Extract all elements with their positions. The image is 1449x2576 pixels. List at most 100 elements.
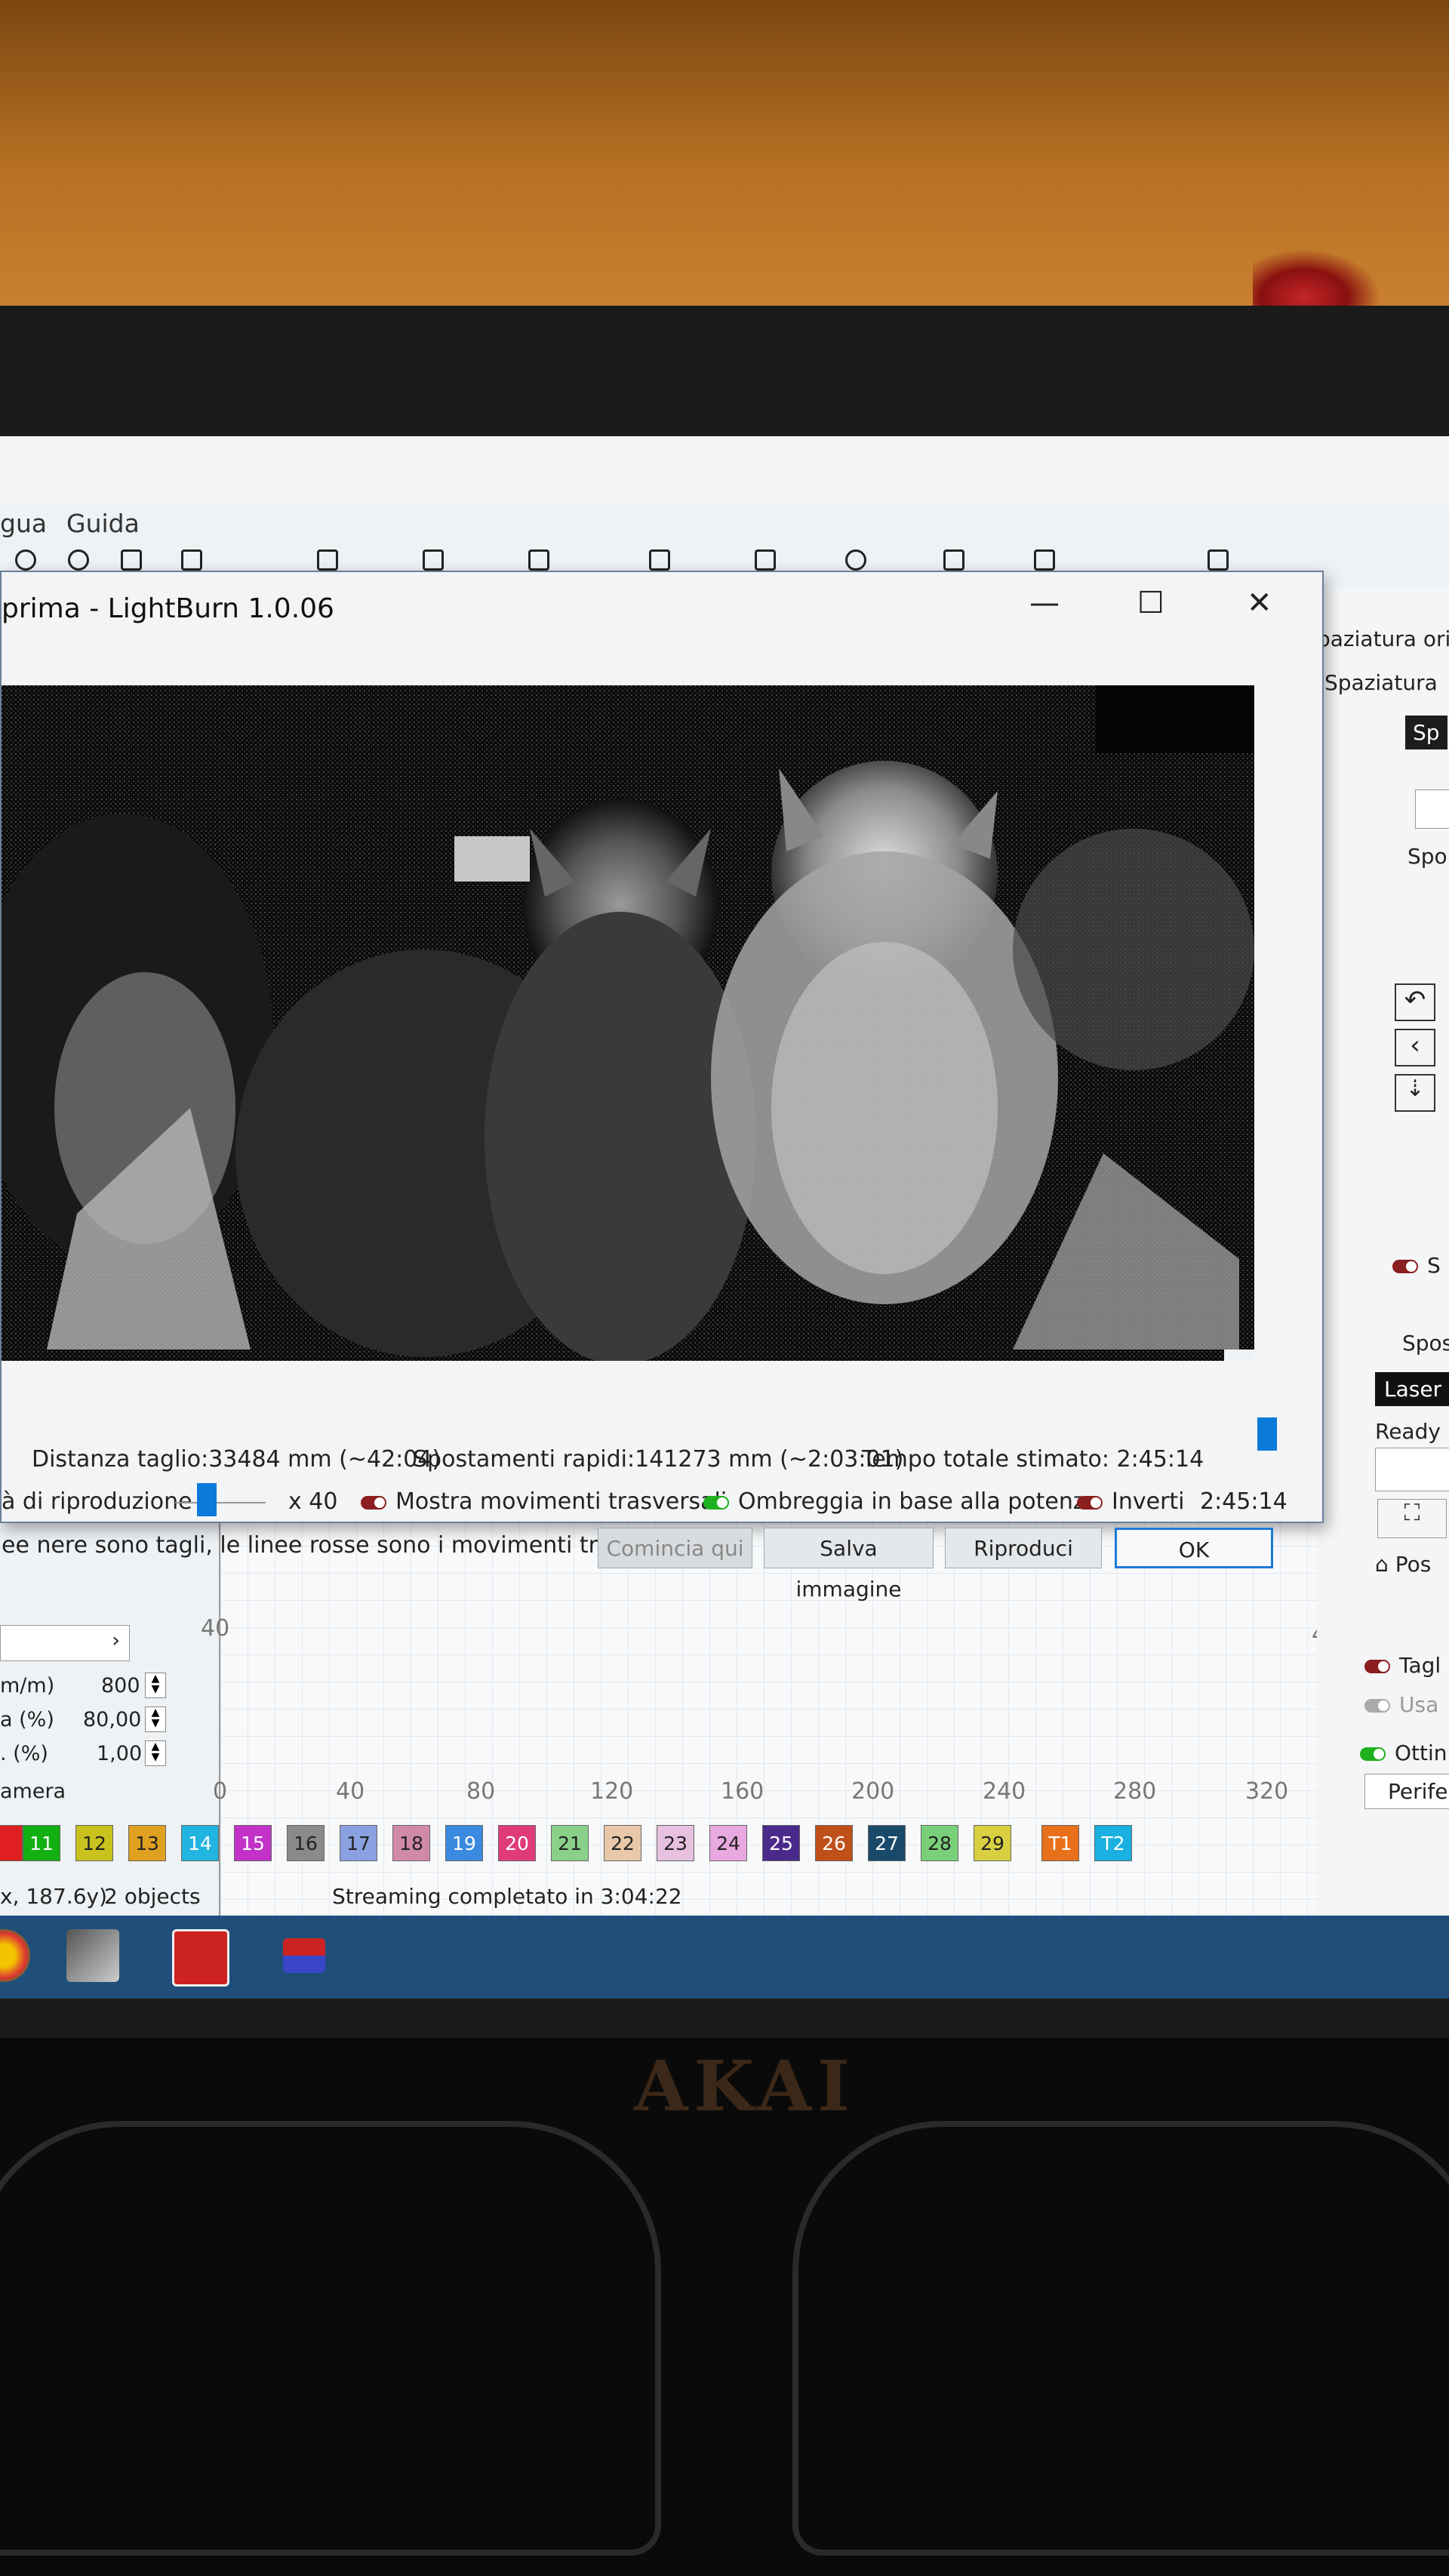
x-tick: 280	[1113, 1778, 1157, 1805]
toggle-switch[interactable]	[1364, 1699, 1390, 1713]
toggle-switch[interactable]	[1364, 1660, 1390, 1673]
toolbar-icon[interactable]	[755, 549, 776, 571]
layer-color-swatch[interactable]: 29	[974, 1825, 1011, 1861]
start-here-button[interactable]: Comincia qui	[598, 1528, 752, 1568]
show-traverse-toggle[interactable]: Mostra movimenti trasversali	[361, 1488, 727, 1515]
s-toggle-row[interactable]: S	[1392, 1253, 1441, 1278]
layer-color-swatch[interactable]: T1	[1041, 1825, 1079, 1861]
toolbar-icon[interactable]	[317, 549, 338, 571]
color-palette: 11 12 13 14 15 16 17 18 19 20 21 22 23 24 25 26 27 28 29 T1…	[0, 1825, 1208, 1867]
toggle-switch[interactable]	[361, 1495, 386, 1510]
spo-label: Spo	[1407, 844, 1447, 869]
camera-tab[interactable]: amera	[0, 1780, 66, 1803]
layer-color-swatch[interactable]: 24	[709, 1825, 747, 1861]
layer-color-swatch[interactable]: 22	[604, 1825, 641, 1861]
ok-button[interactable]: OK	[1115, 1528, 1273, 1568]
toggle-switch[interactable]	[1392, 1260, 1418, 1273]
menu-bar: gua Guida	[0, 436, 1449, 538]
menu-guida[interactable]: Guida	[66, 509, 140, 538]
layer-color-swatch[interactable]	[0, 1825, 23, 1861]
arrow-down-icon[interactable]: ⇣	[1395, 1074, 1435, 1112]
menu-lingua[interactable]: gua	[0, 509, 47, 538]
maximize-icon[interactable]: ☐	[1137, 586, 1164, 620]
layer-color-swatch[interactable]: 27	[868, 1825, 906, 1861]
power-value[interactable]: 80,00	[83, 1708, 141, 1731]
layer-color-swatch[interactable]: T2	[1094, 1825, 1132, 1861]
layer-color-swatch[interactable]: 14	[181, 1825, 219, 1861]
laser-field[interactable]	[1375, 1448, 1449, 1491]
option-button[interactable]	[1415, 789, 1449, 829]
shade-power-toggle[interactable]: Ombreggia in base alla potenza	[703, 1488, 1099, 1515]
dialog-title: prima - LightBurn 1.0.06	[2, 593, 334, 624]
app-icon[interactable]	[66, 1929, 119, 1982]
frame-icon[interactable]: ⛶	[1377, 1499, 1447, 1538]
toolbar-icon[interactable]	[1208, 549, 1229, 571]
speed-stepper[interactable]: ▲ ▼	[145, 1673, 166, 1698]
toggle-switch[interactable]	[703, 1495, 729, 1510]
toolbar-icon[interactable]	[649, 549, 670, 571]
home-position[interactable]: ⌂ Pos	[1375, 1552, 1431, 1577]
layer-color-swatch[interactable]: 12	[75, 1825, 113, 1861]
close-icon[interactable]: ✕	[1247, 586, 1272, 620]
headphone-band	[0, 2121, 661, 2556]
total-time: Tempo totale stimato: 2:45:14	[862, 1446, 1204, 1473]
laser-tab[interactable]: Laser	[1375, 1372, 1449, 1406]
layer-color-swatch[interactable]: 28	[921, 1825, 958, 1861]
x-tick: 240	[983, 1778, 1026, 1805]
layer-color-swatch[interactable]: 20	[498, 1825, 536, 1861]
save-image-button[interactable]: Salva immagine	[764, 1528, 934, 1602]
elapsed-time: 2:45:14	[1200, 1488, 1287, 1515]
usa-toggle-row[interactable]: Usa	[1364, 1692, 1438, 1717]
preview-image	[2, 685, 1254, 1361]
layer-color-swatch[interactable]: 18	[392, 1825, 430, 1861]
toolbar-icon[interactable]	[528, 549, 549, 571]
speed-multiplier: x 40	[288, 1488, 338, 1515]
speed-slider-track[interactable]	[175, 1502, 266, 1503]
toolbar-icon[interactable]	[423, 549, 444, 571]
toolbar-icon[interactable]	[68, 549, 89, 571]
toolbar-icon[interactable]	[845, 549, 866, 571]
min-power-stepper[interactable]: ▲ ▼	[145, 1740, 166, 1766]
toolbar-icon[interactable]	[1034, 549, 1055, 571]
undo-icon[interactable]: ↶	[1395, 983, 1435, 1021]
tagl-toggle-row[interactable]: Tagl	[1364, 1653, 1441, 1678]
speed-value[interactable]: 800	[101, 1674, 140, 1697]
toggle-switch[interactable]	[1077, 1495, 1103, 1510]
layer-color-swatch[interactable]: 16	[287, 1825, 325, 1861]
preview-scroll-thumb[interactable]	[1257, 1417, 1277, 1451]
cut-distance: Distanza taglio:33484 mm (~42:04)	[32, 1446, 441, 1473]
speed-slider-thumb[interactable]	[197, 1483, 217, 1516]
layer-color-swatch[interactable]: 15	[234, 1825, 272, 1861]
status-bar: x, 187.6y) 2 objects Streaming completat…	[0, 1878, 1449, 1914]
minimize-icon[interactable]: —	[1029, 586, 1060, 620]
play-button[interactable]: Riproduci	[945, 1528, 1102, 1568]
ottin-toggle-row[interactable]: Ottin	[1360, 1740, 1447, 1765]
perifer-button[interactable]: Perifer	[1364, 1774, 1449, 1809]
layer-color-swatch[interactable]: 26	[815, 1825, 853, 1861]
layer-color-swatch[interactable]: 11	[23, 1825, 60, 1861]
toolbar-icon[interactable]	[181, 549, 202, 571]
home-icon: ⌂	[1375, 1552, 1395, 1577]
layer-color-swatch[interactable]: 25	[762, 1825, 800, 1861]
usa-label: Usa	[1399, 1692, 1439, 1717]
toolbar-icon[interactable]	[15, 549, 36, 571]
chevron-left-icon[interactable]: ‹	[1395, 1029, 1435, 1066]
toolbar-icon[interactable]	[121, 549, 142, 571]
layer-color-swatch[interactable]: 23	[657, 1825, 694, 1861]
invert-toggle[interactable]: Inverti	[1077, 1488, 1185, 1515]
layer-color-swatch[interactable]: 21	[551, 1825, 589, 1861]
toolbar-icon[interactable]	[943, 549, 964, 571]
min-power-value[interactable]: 1,00	[97, 1742, 142, 1765]
layer-color-swatch[interactable]: 19	[445, 1825, 483, 1861]
speed-label: m/m)	[0, 1674, 55, 1697]
layer-color-swatch[interactable]: 13	[128, 1825, 166, 1861]
sp-tab[interactable]: Sp	[1405, 716, 1447, 749]
chrome-icon[interactable]	[0, 1929, 30, 1982]
preview-dialog: prima - LightBurn 1.0.06 — ☐ ✕ Distanza …	[0, 571, 1324, 1602]
power-stepper[interactable]: ▲ ▼	[145, 1707, 166, 1732]
toggle-switch[interactable]	[1360, 1747, 1386, 1761]
lightburn-icon[interactable]	[172, 1929, 229, 1987]
left-dropdown[interactable]: ›	[0, 1625, 130, 1661]
layer-color-swatch[interactable]: 17	[340, 1825, 377, 1861]
flag-icon[interactable]	[283, 1938, 325, 1973]
